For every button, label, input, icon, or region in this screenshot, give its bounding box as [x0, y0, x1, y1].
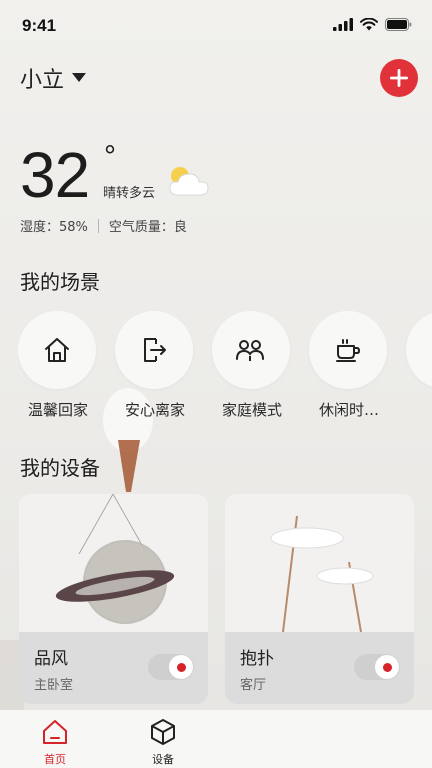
device-room: 客厅 [240, 678, 267, 693]
power-toggle[interactable] [148, 654, 194, 680]
home-icon [45, 338, 69, 362]
device-name: 抱扑 [240, 649, 274, 669]
home-name: 小立 [20, 68, 65, 93]
scene-label: 安心离家 [124, 401, 185, 419]
scene-item[interactable]: 休闲时… [309, 311, 389, 420]
weather-meta: 湿度：58% 空气质量：良 [20, 216, 187, 235]
tab-bar: 首页 设备 [0, 710, 432, 768]
temperature: 32 [20, 139, 90, 211]
status-time: 9:41 [22, 16, 57, 35]
scene-label: 休闲时… [318, 401, 379, 419]
device-card[interactable]: 抱扑 客厅 [225, 494, 414, 704]
home-selector[interactable]: 小立 [20, 62, 87, 94]
weather-condition: 晴转多云 [103, 186, 156, 201]
device-cube-icon [151, 719, 175, 745]
tab-label: 设备 [152, 753, 174, 766]
humidity: 湿度：58% [20, 220, 88, 235]
scene-item-partial[interactable] [406, 311, 432, 389]
device-room: 主卧室 [34, 678, 74, 693]
toggle-indicator [382, 662, 392, 672]
scene-label: 温馨回家 [27, 401, 88, 419]
home-tab-icon [43, 720, 67, 744]
scene-item[interactable]: 温馨回家 [18, 311, 98, 420]
home-header: 小立 [0, 56, 432, 100]
add-button[interactable] [380, 59, 418, 97]
scene-item[interactable]: 安心离家 [115, 311, 195, 420]
device-image-pendant-lamp [19, 494, 208, 632]
tab-devices[interactable]: 设备 [133, 718, 193, 767]
device-card[interactable]: 品风 主卧室 [19, 494, 208, 704]
battery-icon [385, 18, 412, 31]
scene-label: 家庭模式 [221, 401, 282, 419]
family-icon [236, 340, 264, 361]
scene-item[interactable]: 家庭模式 [212, 311, 292, 420]
scenes-list: 温馨回家 安心离家 家庭模式 休闲时… [18, 311, 432, 421]
caret-down-icon [72, 73, 87, 82]
sun-cloud-icon [169, 167, 209, 196]
tab-home[interactable]: 首页 [25, 718, 85, 767]
device-image-floor-lamp [225, 494, 414, 632]
toggle-indicator [176, 662, 186, 672]
power-toggle[interactable] [354, 654, 400, 680]
meta-divider [97, 218, 99, 233]
status-bar: 9:41 [0, 0, 432, 52]
wifi-icon [360, 18, 378, 31]
scenes-title: 我的场景 [20, 270, 100, 294]
air-quality: 空气质量：良 [108, 220, 187, 235]
signal-icon [333, 18, 353, 31]
device-name: 品风 [34, 649, 68, 669]
tab-label: 首页 [44, 753, 66, 766]
plus-icon [390, 69, 408, 87]
exit-icon [144, 338, 166, 362]
degree-symbol: ° [104, 140, 116, 173]
coffee-icon [336, 339, 361, 362]
devices-title: 我的设备 [20, 456, 100, 480]
